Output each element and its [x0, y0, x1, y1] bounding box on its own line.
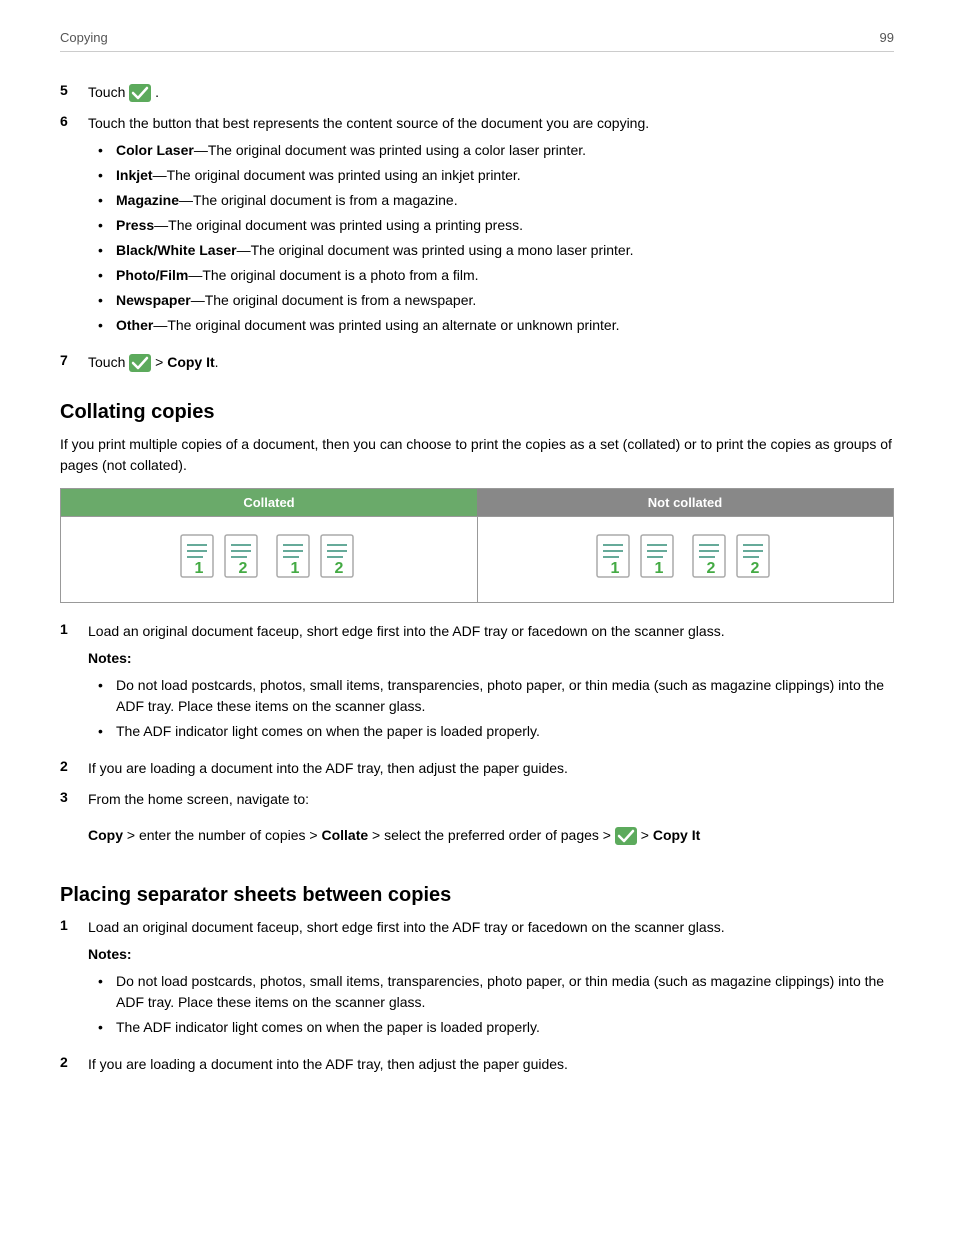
step-5-number: 5 — [60, 82, 88, 98]
step-6-bullets: Color Laser—The original document was pr… — [98, 140, 894, 336]
svg-text:1: 1 — [290, 560, 299, 577]
collate-bold: Collate — [321, 827, 368, 843]
list-item: Newspaper—The original document is from … — [98, 290, 894, 311]
svg-text:1: 1 — [611, 560, 620, 577]
check-icon — [129, 354, 151, 372]
list-item: Inkjet—The original document was printed… — [98, 165, 894, 186]
list-item: Press—The original document was printed … — [98, 215, 894, 236]
collating-step-3: 3 From the home screen, navigate to: Cop… — [60, 789, 894, 856]
svg-text:2: 2 — [751, 560, 760, 577]
doc-icon-7: 2 — [691, 533, 731, 583]
collating-step-1: 1 Load an original document faceup, shor… — [60, 621, 894, 748]
separator-step-2-content: If you are loading a document into the A… — [88, 1054, 894, 1075]
collating-intro: If you print multiple copies of a docume… — [60, 434, 894, 476]
separator-step-2-num: 2 — [60, 1054, 88, 1070]
list-item: Color Laser—The original document was pr… — [98, 140, 894, 161]
list-item: Other—The original document was printed … — [98, 315, 894, 336]
svg-text:2: 2 — [334, 560, 343, 577]
separator-step-2: 2 If you are loading a document into the… — [60, 1054, 894, 1075]
doc-icon-4: 2 — [319, 533, 359, 583]
doc-icon-6: 1 — [639, 533, 679, 583]
step-5: 5 Touch . — [60, 82, 894, 103]
check-icon — [129, 84, 151, 102]
list-item: Do not load postcards, photos, small ite… — [98, 971, 894, 1013]
list-item: The ADF indicator light comes on when th… — [98, 721, 894, 742]
not-collated-icons: 1 1 — [595, 533, 775, 583]
doc-icon-1: 1 — [179, 533, 219, 583]
collating-step-3-content: From the home screen, navigate to: Copy … — [88, 789, 894, 856]
list-item: Photo/Film—The original document is a ph… — [98, 265, 894, 286]
copy-it-bold: Copy It — [653, 827, 700, 843]
collating-step-3-num: 3 — [60, 789, 88, 805]
step-7-content: Touch > Copy It. — [88, 352, 894, 373]
page: Copying 99 5 Touch . 6 Touch the button … — [0, 0, 954, 1125]
svg-text:1: 1 — [655, 560, 664, 577]
step-7-number: 7 — [60, 352, 88, 368]
collating-step-2-content: If you are loading a document into the A… — [88, 758, 894, 779]
collating-step-2-num: 2 — [60, 758, 88, 774]
step-6-content: Touch the button that best represents th… — [88, 113, 894, 342]
page-header: Copying 99 — [60, 30, 894, 52]
collate-table: Collated Not collated 1 — [60, 488, 894, 603]
list-item: The ADF indicator light comes on when th… — [98, 1017, 894, 1038]
separator-section-title: Placing separator sheets between copies — [60, 884, 894, 907]
not-collated-header: Not collated — [477, 489, 894, 517]
copy-nav: Copy > enter the number of copies > Coll… — [88, 824, 894, 848]
svg-text:2: 2 — [238, 560, 247, 577]
doc-icon-3: 1 — [275, 533, 315, 583]
copy-it-label: Copy It — [167, 354, 214, 370]
collating-step-1-num: 1 — [60, 621, 88, 637]
collated-cell: 1 2 — [61, 517, 478, 603]
separator-notes-1: Do not load postcards, photos, small ite… — [98, 971, 894, 1038]
page-number: 99 — [880, 30, 894, 45]
svg-text:1: 1 — [194, 560, 203, 577]
svg-text:2: 2 — [707, 560, 716, 577]
list-item: Magazine—The original document is from a… — [98, 190, 894, 211]
list-item: Do not load postcards, photos, small ite… — [98, 675, 894, 717]
step-6: 6 Touch the button that best represents … — [60, 113, 894, 342]
notes-label-1: Notes: — [88, 648, 894, 669]
collated-icons: 1 2 — [179, 533, 359, 583]
step-5-content: Touch . — [88, 82, 894, 103]
list-item: Black/White Laser—The original document … — [98, 240, 894, 261]
collating-notes-1: Do not load postcards, photos, small ite… — [98, 675, 894, 742]
collating-step-1-content: Load an original document faceup, short … — [88, 621, 894, 748]
separator-step-1-content: Load an original document faceup, short … — [88, 917, 894, 1044]
doc-icon-8: 2 — [735, 533, 775, 583]
header-section-label: Copying — [60, 30, 108, 45]
separator-step-1-num: 1 — [60, 917, 88, 933]
doc-icon-2: 2 — [223, 533, 263, 583]
check-icon — [615, 827, 637, 845]
collated-header: Collated — [61, 489, 478, 517]
notes-label-sep-1: Notes: — [88, 944, 894, 965]
doc-icon-5: 1 — [595, 533, 635, 583]
collating-section-title: Collating copies — [60, 401, 894, 424]
separator-step-1: 1 Load an original document faceup, shor… — [60, 917, 894, 1044]
step-7: 7 Touch > Copy It. — [60, 352, 894, 373]
not-collated-cell: 1 1 — [477, 517, 894, 603]
collating-step-2: 2 If you are loading a document into the… — [60, 758, 894, 779]
step-6-number: 6 — [60, 113, 88, 129]
